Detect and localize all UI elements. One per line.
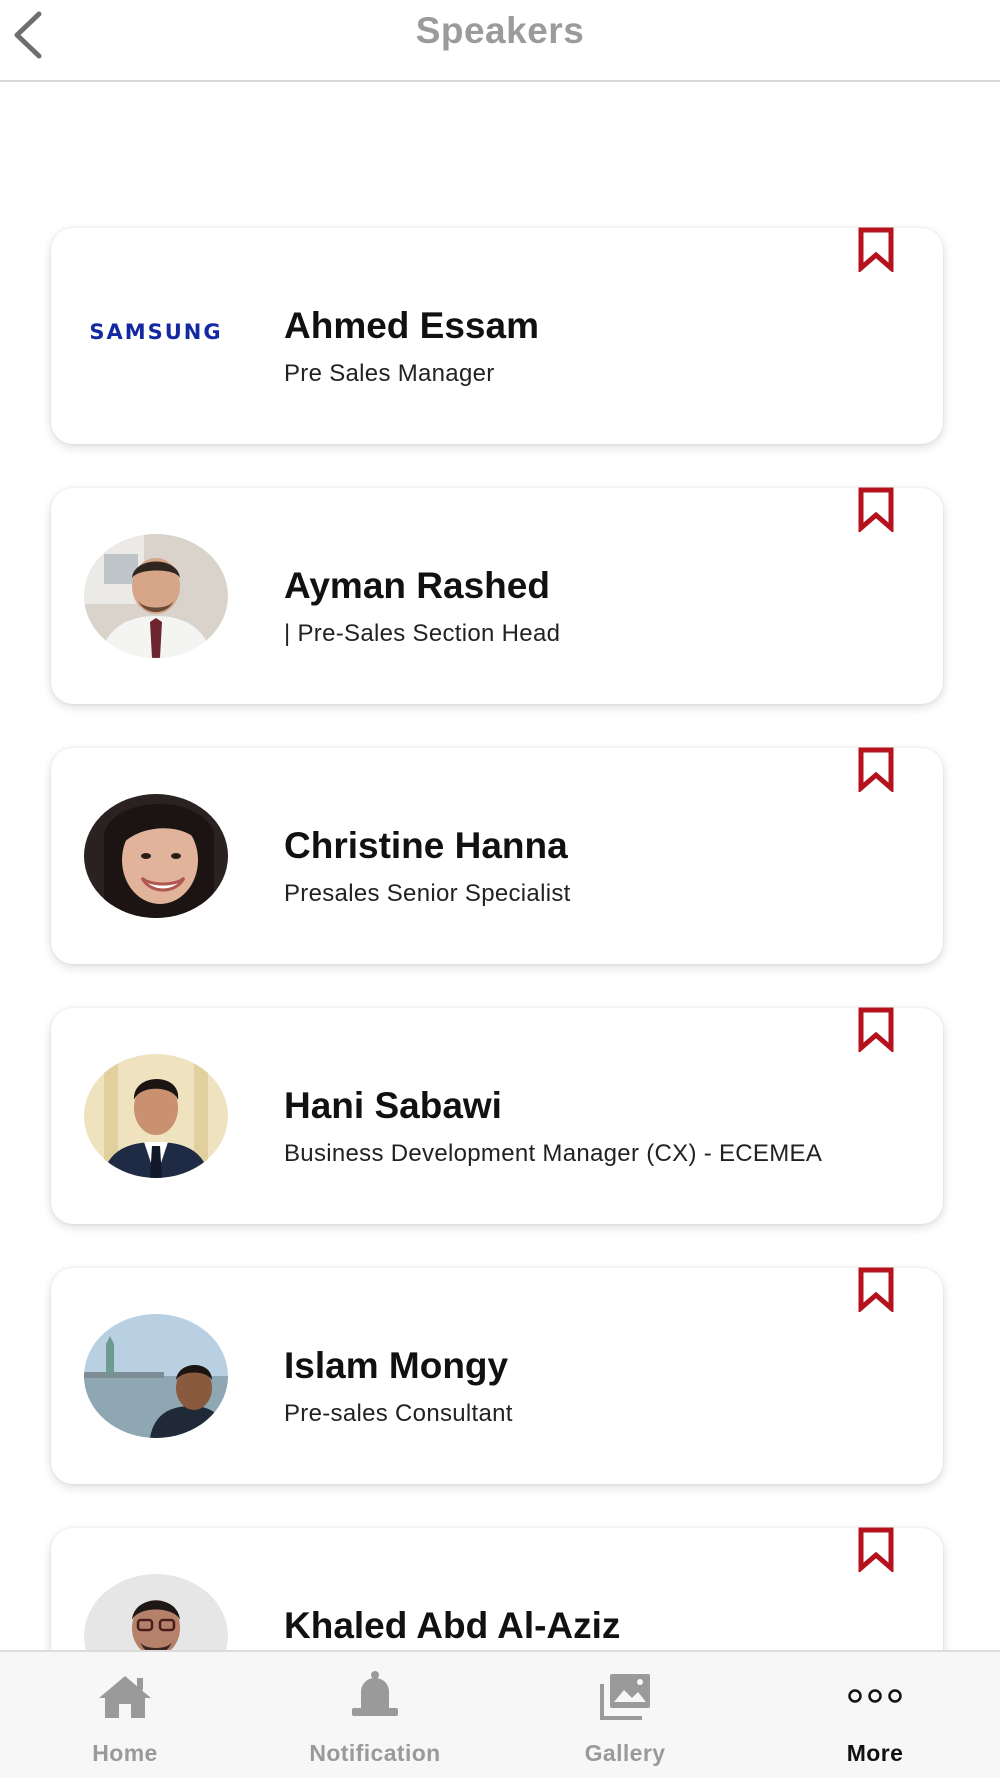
bookmark-icon[interactable] — [855, 1266, 897, 1312]
tab-notification[interactable]: Notification — [250, 1652, 500, 1778]
speaker-name: Ayman Rashed — [284, 565, 550, 606]
speaker-role: Presales Senior Specialist — [284, 880, 571, 907]
speaker-list: SAMSUNG Ahmed Essam Pre Sales Manager Ay… — [0, 82, 1000, 1650]
speakers-screen: Speakers SAMSUNG Ahmed Essam Pre Sales M… — [0, 0, 1000, 1778]
speaker-name: Islam Mongy — [284, 1345, 509, 1386]
speaker-card[interactable]: Ayman Rashed | Pre-Sales Section Head — [51, 486, 943, 704]
speaker-role: Pre Sales Manager — [284, 360, 495, 387]
speaker-name: Christine Hanna — [284, 825, 568, 866]
tab-label: Home — [92, 1740, 158, 1766]
bottom-tab-bar: Home Notification Gallery More — [0, 1650, 1000, 1778]
tab-gallery[interactable]: Gallery — [500, 1652, 750, 1778]
speaker-avatar — [84, 1054, 228, 1178]
bookmark-icon[interactable] — [855, 1526, 897, 1572]
bookmark-icon[interactable] — [855, 226, 897, 272]
speaker-card[interactable]: Hani Sabawi Business Development Manager… — [51, 1006, 943, 1224]
speaker-name: Khaled Abd Al-Aziz — [284, 1605, 621, 1646]
bell-icon — [352, 1671, 398, 1716]
speaker-name: Hani Sabawi — [284, 1085, 502, 1126]
tab-more[interactable]: More — [750, 1652, 1000, 1778]
more-dots-icon — [848, 1689, 902, 1703]
home-icon — [99, 1676, 151, 1718]
logo-text: SAMSUNG — [89, 320, 223, 344]
speaker-card[interactable]: Islam Mongy Pre-sales Consultant — [51, 1266, 943, 1484]
header-bar: Speakers — [0, 0, 1000, 82]
tab-home[interactable]: Home — [0, 1652, 250, 1778]
speaker-avatar — [84, 1574, 228, 1650]
bookmark-icon[interactable] — [855, 746, 897, 792]
page-title: Speakers — [415, 10, 585, 51]
speaker-card[interactable]: Khaled Abd Al-Aziz — [51, 1526, 943, 1650]
tab-label: More — [846, 1740, 904, 1766]
speaker-card[interactable]: SAMSUNG Ahmed Essam Pre Sales Manager — [51, 226, 943, 444]
gallery-icon — [600, 1674, 650, 1720]
speaker-avatar — [84, 534, 228, 658]
speaker-name: Ahmed Essam — [284, 305, 539, 346]
bookmark-icon[interactable] — [855, 486, 897, 532]
speaker-avatar — [84, 1314, 228, 1438]
speaker-avatar — [84, 794, 228, 918]
tab-label: Gallery — [584, 1740, 666, 1766]
samsung-logo: SAMSUNG — [71, 306, 241, 358]
speaker-role: Business Development Manager (CX) - ECEM… — [284, 1140, 823, 1167]
speaker-role: Pre-sales Consultant — [284, 1400, 513, 1427]
tab-label: Notification — [309, 1740, 441, 1766]
speaker-card[interactable]: Christine Hanna Presales Senior Speciali… — [51, 746, 943, 964]
speaker-role: | Pre-Sales Section Head — [284, 620, 561, 647]
bookmark-icon[interactable] — [855, 1006, 897, 1052]
